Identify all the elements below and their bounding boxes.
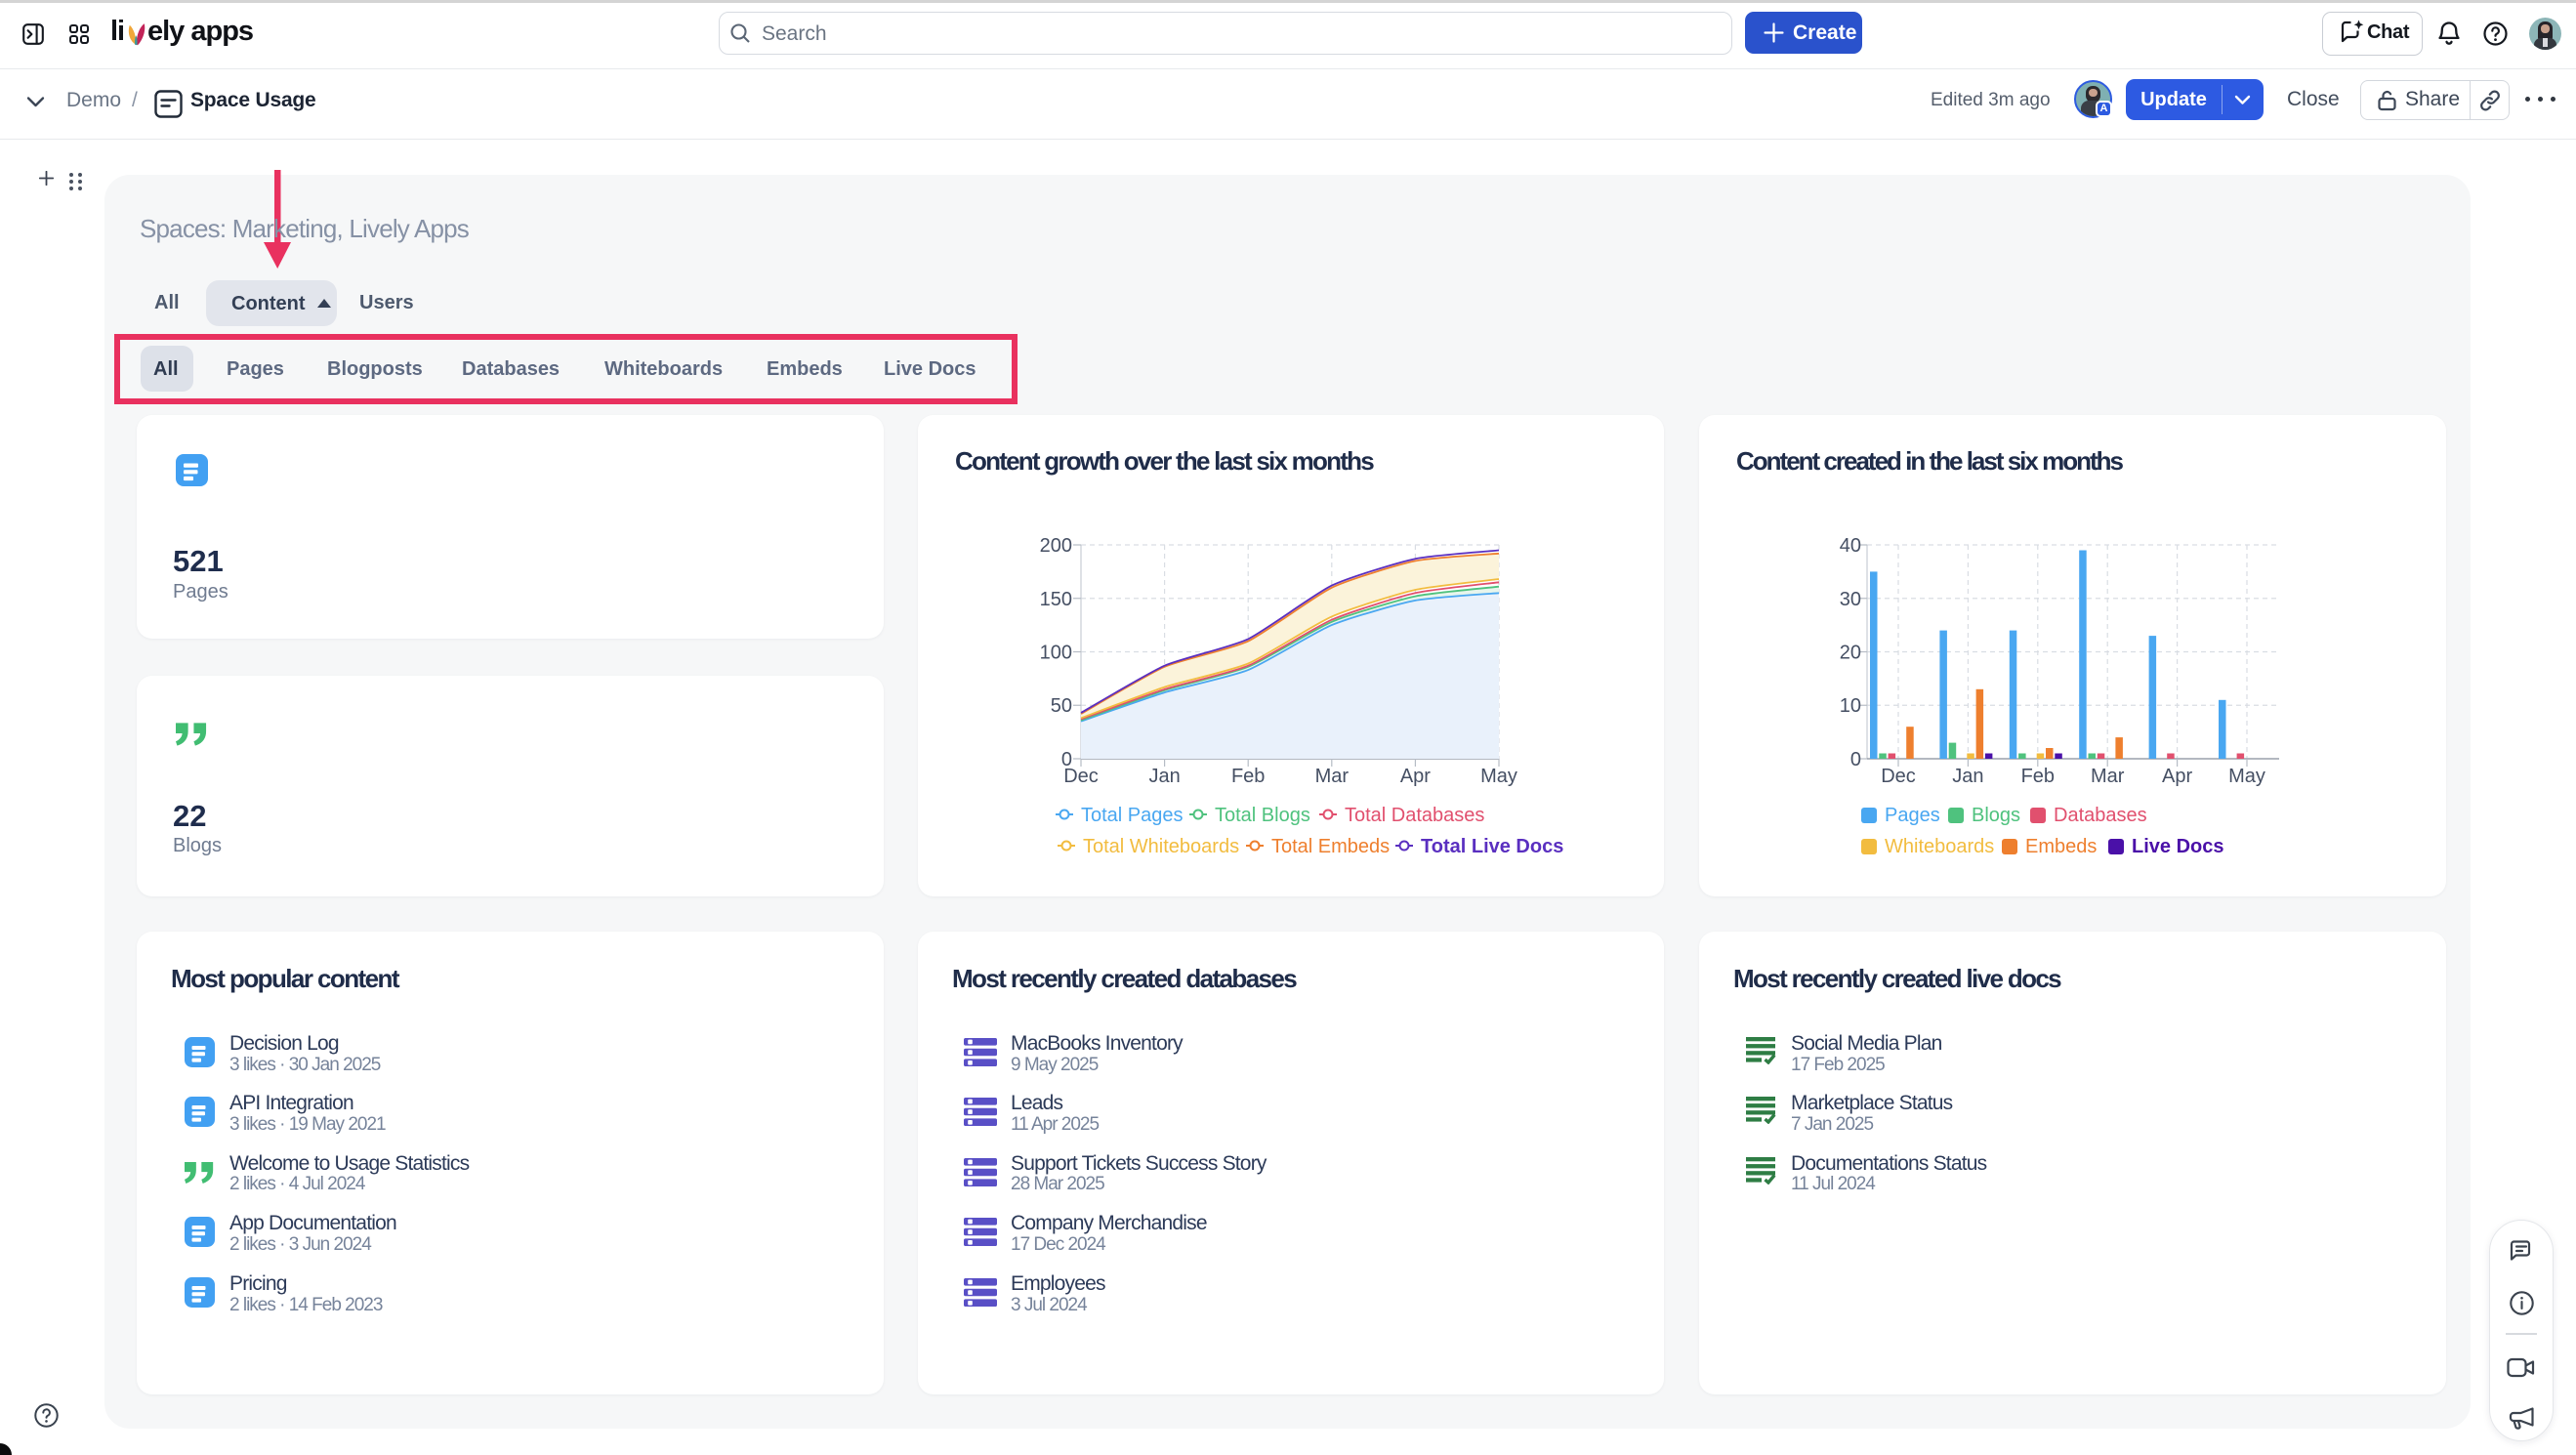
svg-text:Databases: Databases bbox=[2054, 805, 2147, 826]
svg-text:Embeds: Embeds bbox=[2025, 836, 2097, 857]
svg-text:Mar: Mar bbox=[2091, 766, 2125, 787]
svg-text:100: 100 bbox=[1040, 643, 1072, 664]
svg-text:Live Docs: Live Docs bbox=[2132, 836, 2223, 857]
svg-text:50: 50 bbox=[1051, 695, 1072, 717]
svg-text:Apr: Apr bbox=[1400, 766, 1431, 787]
svg-text:Pages: Pages bbox=[1885, 805, 1940, 826]
svg-text:Total Blogs: Total Blogs bbox=[1215, 805, 1310, 826]
svg-text:Dec: Dec bbox=[1063, 766, 1099, 787]
svg-text:0: 0 bbox=[1850, 749, 1861, 770]
svg-text:May: May bbox=[2228, 766, 2265, 787]
svg-text:Jan: Jan bbox=[1148, 766, 1180, 787]
svg-text:200: 200 bbox=[1040, 535, 1072, 557]
svg-text:Total Pages: Total Pages bbox=[1081, 805, 1184, 826]
svg-text:40: 40 bbox=[1840, 535, 1861, 557]
svg-text:Apr: Apr bbox=[2162, 766, 2192, 787]
svg-text:30: 30 bbox=[1840, 589, 1861, 610]
svg-text:Blogs: Blogs bbox=[1972, 805, 2020, 826]
svg-text:Feb: Feb bbox=[1231, 766, 1265, 787]
svg-text:May: May bbox=[1480, 766, 1517, 787]
svg-text:10: 10 bbox=[1840, 695, 1861, 717]
svg-text:20: 20 bbox=[1840, 643, 1861, 664]
svg-text:Feb: Feb bbox=[2021, 766, 2055, 787]
svg-text:Total Databases: Total Databases bbox=[1345, 805, 1484, 826]
svg-text:150: 150 bbox=[1040, 589, 1072, 610]
svg-text:Whiteboards: Whiteboards bbox=[1885, 836, 1994, 857]
svg-text:Jan: Jan bbox=[1952, 766, 1983, 787]
svg-text:Dec: Dec bbox=[1881, 766, 1916, 787]
svg-text:Total Embeds: Total Embeds bbox=[1271, 836, 1390, 857]
svg-text:Total Whiteboards: Total Whiteboards bbox=[1083, 836, 1239, 857]
svg-text:Total Live Docs: Total Live Docs bbox=[1421, 836, 1563, 857]
svg-text:Mar: Mar bbox=[1315, 766, 1350, 787]
